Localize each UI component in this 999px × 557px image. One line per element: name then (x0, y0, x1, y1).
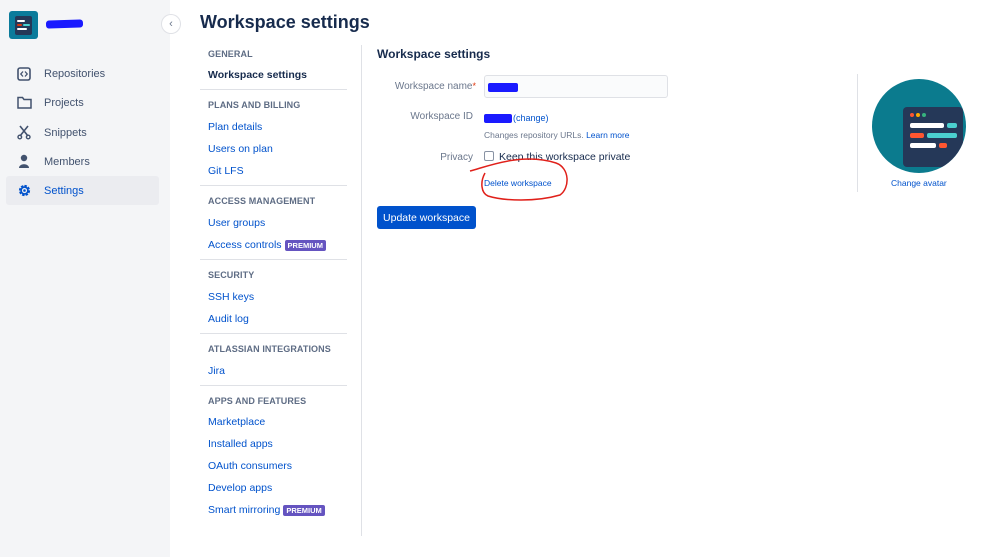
avatar-divider (857, 74, 858, 192)
settings-link-label: Access controls (208, 239, 282, 251)
nav-item-repositories[interactable]: Repositories (6, 59, 159, 88)
workspace-name-label: Workspace name* (394, 81, 476, 92)
nav-item-projects[interactable]: Projects (6, 88, 159, 117)
workspace-id-row: (change) (484, 111, 549, 125)
workspace-avatar-large[interactable] (872, 79, 966, 173)
change-avatar-link[interactable]: Change avatar (891, 178, 947, 188)
scissors-icon (16, 125, 32, 141)
chevron-left-icon: ‹ (169, 18, 173, 30)
settings-link-oauth-consumers[interactable]: OAuth consumers (208, 460, 292, 472)
privacy-label: Privacy (440, 152, 473, 163)
page-title: Workspace settings (200, 12, 370, 32)
nav-item-label: Repositories (44, 67, 106, 80)
settings-link-workspace-settings[interactable]: Workspace settings (208, 69, 307, 81)
settings-link-label: Smart mirroring (208, 504, 281, 516)
settings-link-plan-details[interactable]: Plan details (208, 121, 262, 133)
section-heading-security: SECURITY (208, 270, 255, 280)
settings-link-jira[interactable]: Jira (208, 365, 225, 377)
workspace-id-label: Workspace ID (410, 111, 473, 122)
settings-link-ssh-keys[interactable]: SSH keys (208, 291, 254, 303)
workspace-avatar[interactable] (9, 11, 38, 39)
divider (200, 259, 347, 260)
divider (200, 89, 347, 90)
nav-item-label: Projects (44, 96, 84, 109)
settings-link-audit-log[interactable]: Audit log (208, 313, 249, 325)
global-sidebar: Repositories Projects Snippets Members S… (0, 0, 170, 557)
update-workspace-button[interactable]: Update workspace (377, 206, 476, 229)
repository-icon (16, 66, 32, 82)
nav-item-label: Snippets (44, 126, 87, 139)
redacted-value (488, 83, 518, 92)
premium-badge: PREMIUM (284, 239, 326, 251)
nav-item-label: Members (44, 155, 90, 168)
section-heading-access-management: ACCESS MANAGEMENT (208, 196, 316, 206)
settings-link-marketplace[interactable]: Marketplace (208, 416, 265, 428)
content-divider (361, 45, 362, 536)
section-heading-apps-features: APPS AND FEATURES (208, 396, 307, 406)
red-circle-annotation (469, 158, 568, 201)
divider (200, 185, 347, 186)
form-title: Workspace settings (377, 47, 491, 61)
person-icon (16, 154, 32, 170)
premium-badge: PREMIUM (283, 504, 325, 516)
nav-item-settings[interactable]: Settings (6, 176, 159, 205)
divider (200, 385, 347, 386)
settings-link-access-controls[interactable]: Access controls PREMIUM (208, 239, 326, 251)
settings-link-users-on-plan[interactable]: Users on plan (208, 143, 273, 155)
divider (200, 333, 347, 334)
folder-icon (16, 95, 32, 111)
section-heading-atlassian-integrations: ATLASSIAN INTEGRATIONS (208, 344, 331, 354)
settings-link-user-groups[interactable]: User groups (208, 217, 265, 229)
change-workspace-id-link[interactable]: (change) (513, 113, 549, 123)
workspace-name-input[interactable] (484, 75, 668, 98)
section-heading-general: GENERAL (208, 49, 253, 59)
redacted-value (484, 113, 512, 123)
workspace-id-help-text: Changes repository URLs. Learn more (484, 130, 630, 140)
workspace-name-redacted[interactable] (45, 19, 84, 29)
nav-item-label: Settings (44, 184, 84, 197)
required-asterisk: * (472, 81, 476, 91)
settings-link-smart-mirroring[interactable]: Smart mirroring PREMIUM (208, 504, 325, 516)
nav-item-members[interactable]: Members (6, 147, 159, 176)
gear-icon (16, 183, 32, 199)
collapse-sidebar-button[interactable]: ‹ (162, 15, 180, 33)
learn-more-link[interactable]: Learn more (586, 130, 629, 140)
settings-link-installed-apps[interactable]: Installed apps (208, 438, 273, 450)
settings-link-develop-apps[interactable]: Develop apps (208, 482, 272, 494)
section-heading-plans-billing: PLANS AND BILLING (208, 100, 301, 110)
nav-item-snippets[interactable]: Snippets (6, 118, 159, 147)
settings-link-git-lfs[interactable]: Git LFS (208, 165, 244, 177)
